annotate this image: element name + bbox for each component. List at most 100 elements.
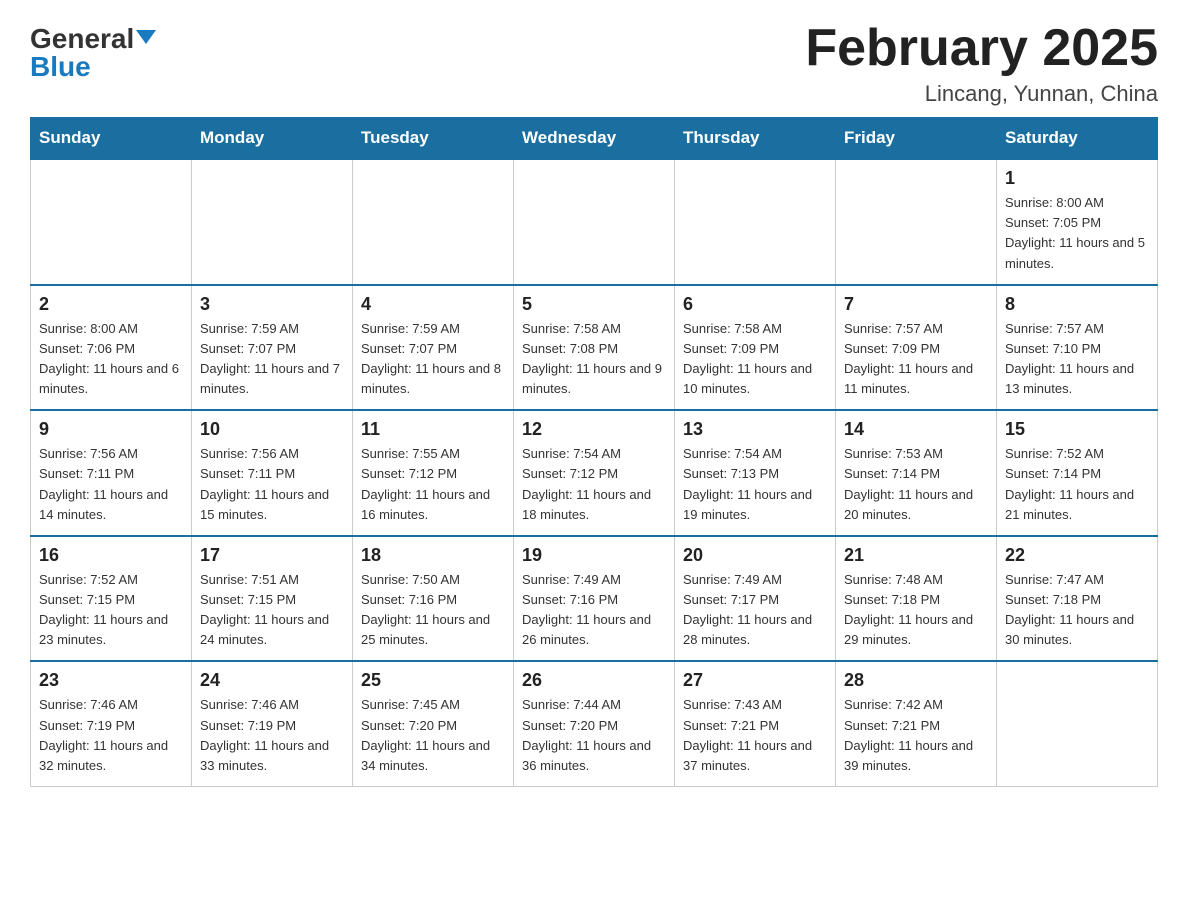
day-info: Sunrise: 7:46 AM Sunset: 7:19 PM Dayligh…	[200, 695, 344, 776]
calendar-cell: 12 Sunrise: 7:54 AM Sunset: 7:12 PM Dayli…	[514, 410, 675, 536]
day-of-week-header: Tuesday	[353, 118, 514, 160]
calendar-week-row: 16 Sunrise: 7:52 AM Sunset: 7:15 PM Dayli…	[31, 536, 1158, 662]
day-info: Sunrise: 7:51 AM Sunset: 7:15 PM Dayligh…	[200, 570, 344, 651]
day-info: Sunrise: 7:55 AM Sunset: 7:12 PM Dayligh…	[361, 444, 505, 525]
day-of-week-header: Saturday	[997, 118, 1158, 160]
day-number: 4	[361, 294, 505, 315]
day-number: 16	[39, 545, 183, 566]
calendar-cell: 13 Sunrise: 7:54 AM Sunset: 7:13 PM Dayli…	[675, 410, 836, 536]
calendar-table: SundayMondayTuesdayWednesdayThursdayFrid…	[30, 117, 1158, 787]
day-info: Sunrise: 7:44 AM Sunset: 7:20 PM Dayligh…	[522, 695, 666, 776]
day-number: 13	[683, 419, 827, 440]
day-info: Sunrise: 7:52 AM Sunset: 7:15 PM Dayligh…	[39, 570, 183, 651]
calendar-week-row: 1Sunrise: 8:00 AM Sunset: 7:05 PM Daylig…	[31, 159, 1158, 285]
calendar-header-row: SundayMondayTuesdayWednesdayThursdayFrid…	[31, 118, 1158, 160]
calendar-cell: 7 Sunrise: 7:57 AM Sunset: 7:09 PM Daylig…	[836, 285, 997, 411]
calendar-cell	[514, 159, 675, 285]
day-info: Sunrise: 7:49 AM Sunset: 7:16 PM Dayligh…	[522, 570, 666, 651]
day-info: Sunrise: 7:58 AM Sunset: 7:09 PM Dayligh…	[683, 319, 827, 400]
calendar-cell	[997, 661, 1158, 786]
day-number: 20	[683, 545, 827, 566]
logo-arrow-icon	[136, 30, 156, 44]
calendar-cell	[31, 159, 192, 285]
day-number: 27	[683, 670, 827, 691]
calendar-cell: 17 Sunrise: 7:51 AM Sunset: 7:15 PM Dayli…	[192, 536, 353, 662]
day-info: Sunrise: 7:59 AM Sunset: 7:07 PM Dayligh…	[361, 319, 505, 400]
calendar-cell: 5 Sunrise: 7:58 AM Sunset: 7:08 PM Daylig…	[514, 285, 675, 411]
calendar-title: February 2025	[805, 20, 1158, 77]
day-info: Sunrise: 7:42 AM Sunset: 7:21 PM Dayligh…	[844, 695, 988, 776]
calendar-cell: 27 Sunrise: 7:43 AM Sunset: 7:21 PM Dayli…	[675, 661, 836, 786]
day-info: Sunrise: 7:57 AM Sunset: 7:09 PM Dayligh…	[844, 319, 988, 400]
day-number: 23	[39, 670, 183, 691]
logo: General Blue	[30, 20, 156, 81]
day-info: Sunrise: 7:53 AM Sunset: 7:14 PM Dayligh…	[844, 444, 988, 525]
calendar-cell: 1Sunrise: 8:00 AM Sunset: 7:05 PM Daylig…	[997, 159, 1158, 285]
day-info: Sunrise: 7:48 AM Sunset: 7:18 PM Dayligh…	[844, 570, 988, 651]
calendar-cell: 16 Sunrise: 7:52 AM Sunset: 7:15 PM Dayli…	[31, 536, 192, 662]
day-info: Sunrise: 7:59 AM Sunset: 7:07 PM Dayligh…	[200, 319, 344, 400]
day-info: Sunrise: 7:43 AM Sunset: 7:21 PM Dayligh…	[683, 695, 827, 776]
day-number: 9	[39, 419, 183, 440]
day-number: 7	[844, 294, 988, 315]
calendar-cell: 19 Sunrise: 7:49 AM Sunset: 7:16 PM Dayli…	[514, 536, 675, 662]
page-header: General Blue February 2025 Lincang, Yunn…	[30, 20, 1158, 107]
calendar-cell: 21 Sunrise: 7:48 AM Sunset: 7:18 PM Dayli…	[836, 536, 997, 662]
calendar-cell: 4 Sunrise: 7:59 AM Sunset: 7:07 PM Daylig…	[353, 285, 514, 411]
calendar-location: Lincang, Yunnan, China	[805, 81, 1158, 107]
calendar-cell: 8 Sunrise: 7:57 AM Sunset: 7:10 PM Daylig…	[997, 285, 1158, 411]
day-of-week-header: Sunday	[31, 118, 192, 160]
day-number: 8	[1005, 294, 1149, 315]
day-of-week-header: Thursday	[675, 118, 836, 160]
calendar-cell: 6Sunrise: 7:58 AM Sunset: 7:09 PM Daylig…	[675, 285, 836, 411]
day-info: Sunrise: 7:54 AM Sunset: 7:12 PM Dayligh…	[522, 444, 666, 525]
day-info: Sunrise: 7:47 AM Sunset: 7:18 PM Dayligh…	[1005, 570, 1149, 651]
day-number: 11	[361, 419, 505, 440]
calendar-cell	[836, 159, 997, 285]
day-info: Sunrise: 7:58 AM Sunset: 7:08 PM Dayligh…	[522, 319, 666, 400]
calendar-week-row: 2 Sunrise: 8:00 AM Sunset: 7:06 PM Daylig…	[31, 285, 1158, 411]
day-info: Sunrise: 7:50 AM Sunset: 7:16 PM Dayligh…	[361, 570, 505, 651]
calendar-week-row: 23 Sunrise: 7:46 AM Sunset: 7:19 PM Dayli…	[31, 661, 1158, 786]
calendar-cell: 14 Sunrise: 7:53 AM Sunset: 7:14 PM Dayli…	[836, 410, 997, 536]
calendar-cell: 25 Sunrise: 7:45 AM Sunset: 7:20 PM Dayli…	[353, 661, 514, 786]
day-number: 15	[1005, 419, 1149, 440]
day-number: 14	[844, 419, 988, 440]
title-block: February 2025 Lincang, Yunnan, China	[805, 20, 1158, 107]
day-of-week-header: Friday	[836, 118, 997, 160]
logo-blue-text: Blue	[30, 51, 91, 82]
day-number: 22	[1005, 545, 1149, 566]
day-number: 17	[200, 545, 344, 566]
day-number: 1	[1005, 168, 1149, 189]
calendar-cell	[353, 159, 514, 285]
day-info: Sunrise: 7:57 AM Sunset: 7:10 PM Dayligh…	[1005, 319, 1149, 400]
day-info: Sunrise: 7:54 AM Sunset: 7:13 PM Dayligh…	[683, 444, 827, 525]
day-number: 24	[200, 670, 344, 691]
day-number: 18	[361, 545, 505, 566]
calendar-cell: 2 Sunrise: 8:00 AM Sunset: 7:06 PM Daylig…	[31, 285, 192, 411]
calendar-cell: 22 Sunrise: 7:47 AM Sunset: 7:18 PM Dayli…	[997, 536, 1158, 662]
calendar-cell	[675, 159, 836, 285]
calendar-cell: 10 Sunrise: 7:56 AM Sunset: 7:11 PM Dayli…	[192, 410, 353, 536]
day-of-week-header: Wednesday	[514, 118, 675, 160]
day-info: Sunrise: 8:00 AM Sunset: 7:06 PM Dayligh…	[39, 319, 183, 400]
day-info: Sunrise: 7:45 AM Sunset: 7:20 PM Dayligh…	[361, 695, 505, 776]
day-number: 3	[200, 294, 344, 315]
calendar-cell: 26Sunrise: 7:44 AM Sunset: 7:20 PM Dayli…	[514, 661, 675, 786]
day-number: 10	[200, 419, 344, 440]
day-info: Sunrise: 7:56 AM Sunset: 7:11 PM Dayligh…	[200, 444, 344, 525]
day-number: 5	[522, 294, 666, 315]
day-number: 12	[522, 419, 666, 440]
day-info: Sunrise: 7:56 AM Sunset: 7:11 PM Dayligh…	[39, 444, 183, 525]
day-number: 2	[39, 294, 183, 315]
day-number: 19	[522, 545, 666, 566]
day-info: Sunrise: 7:46 AM Sunset: 7:19 PM Dayligh…	[39, 695, 183, 776]
day-number: 21	[844, 545, 988, 566]
day-number: 25	[361, 670, 505, 691]
calendar-week-row: 9 Sunrise: 7:56 AM Sunset: 7:11 PM Daylig…	[31, 410, 1158, 536]
day-of-week-header: Monday	[192, 118, 353, 160]
logo-general-text: General	[30, 25, 134, 53]
calendar-cell: 11 Sunrise: 7:55 AM Sunset: 7:12 PM Dayli…	[353, 410, 514, 536]
calendar-cell: 23 Sunrise: 7:46 AM Sunset: 7:19 PM Dayli…	[31, 661, 192, 786]
day-info: Sunrise: 7:49 AM Sunset: 7:17 PM Dayligh…	[683, 570, 827, 651]
